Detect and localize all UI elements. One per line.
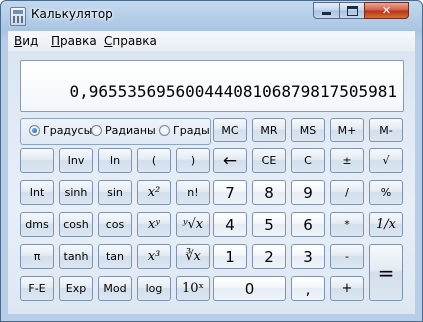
digit-6-button[interactable]: 6 <box>291 212 325 237</box>
digit-2-button[interactable]: 2 <box>252 244 286 269</box>
subtract-button[interactable]: - <box>330 244 364 269</box>
digit-4-button[interactable]: 4 <box>213 212 247 237</box>
radio-degrees[interactable]: Градусы <box>29 124 92 137</box>
integer-button[interactable]: Int <box>20 180 54 205</box>
minimize-button[interactable] <box>313 2 340 19</box>
pi-button[interactable]: π <box>20 244 54 269</box>
sinh-button[interactable]: sinh <box>59 180 93 205</box>
memory-recall-button[interactable]: MR <box>252 118 286 142</box>
maximize-button[interactable] <box>339 2 365 19</box>
tan-button[interactable]: tan <box>98 244 132 269</box>
digit-1-button[interactable]: 1 <box>213 244 247 269</box>
angle-mode-group: Градусы Радианы Грады <box>20 118 211 145</box>
close-icon: ✕ <box>381 4 392 17</box>
digit-3-button[interactable]: 3 <box>291 244 325 269</box>
digit-0-button[interactable]: 0 <box>213 276 286 301</box>
display-panel: 0,96553569560044408106879817505981 <box>20 60 404 112</box>
inverse-button[interactable]: Inv <box>59 148 93 173</box>
radio-unselected-icon <box>91 125 102 136</box>
close-paren-button[interactable]: ) <box>176 148 210 173</box>
radio-radians[interactable]: Радианы <box>91 124 156 137</box>
equals-button[interactable]: = <box>369 244 403 301</box>
reciprocal-button[interactable]: 1/x <box>369 212 403 237</box>
radio-degrees-label: Градусы <box>43 124 93 137</box>
tanh-button[interactable]: tanh <box>59 244 93 269</box>
factorial-button[interactable]: n! <box>176 180 210 205</box>
natural-log-button[interactable]: In <box>98 148 132 173</box>
log-button[interactable]: log <box>137 276 171 301</box>
calculator-app-icon <box>10 7 26 26</box>
menu-bar: Вид Правка Справка <box>8 31 415 51</box>
square-button[interactable]: x² <box>137 180 171 205</box>
radio-radians-label: Радианы <box>105 124 156 137</box>
close-button[interactable]: ✕ <box>364 2 409 19</box>
memory-clear-button[interactable]: MC <box>213 118 247 142</box>
digit-7-button[interactable]: 7 <box>213 180 247 205</box>
power-button[interactable]: xʸ <box>137 212 171 237</box>
digit-8-button[interactable]: 8 <box>252 180 286 205</box>
modulo-button[interactable]: Mod <box>98 276 132 301</box>
multiply-button[interactable]: * <box>330 212 364 237</box>
percent-button[interactable]: % <box>369 180 403 205</box>
negate-button[interactable]: ± <box>330 148 364 173</box>
dms-button[interactable]: dms <box>20 212 54 237</box>
calculator-window: Калькулятор ✕ Вид Правка Справка 0,96553… <box>0 0 423 322</box>
blank-button[interactable] <box>20 148 54 173</box>
radio-grads[interactable]: Грады <box>159 124 210 137</box>
minimize-icon <box>322 12 331 15</box>
digit-5-button[interactable]: 5 <box>252 212 286 237</box>
open-paren-button[interactable]: ( <box>137 148 171 173</box>
memory-subtract-button[interactable]: M- <box>369 118 403 142</box>
divide-button[interactable]: / <box>330 180 364 205</box>
calculator-body: 0,96553569560044408106879817505981 Граду… <box>8 51 415 314</box>
fixed-exponent-button[interactable]: F-E <box>20 276 54 301</box>
maximize-icon <box>346 5 358 16</box>
cos-button[interactable]: cos <box>98 212 132 237</box>
cube-root-button[interactable]: ∛x <box>176 244 210 269</box>
radio-unselected-icon <box>159 125 170 136</box>
radio-grads-label: Грады <box>173 124 210 137</box>
display-value: 0,96553569560044408106879817505981 <box>69 82 397 101</box>
decimal-separator-button[interactable]: , <box>291 276 325 301</box>
window-title: Калькулятор <box>31 7 113 21</box>
memory-store-button[interactable]: MS <box>291 118 325 142</box>
add-button[interactable]: + <box>330 276 364 301</box>
digit-9-button[interactable]: 9 <box>291 180 325 205</box>
cosh-button[interactable]: cosh <box>59 212 93 237</box>
y-root-button[interactable]: ʸ√x <box>176 212 210 237</box>
radio-selected-icon <box>29 125 40 136</box>
clear-entry-button[interactable]: CE <box>252 148 286 173</box>
cube-button[interactable]: x³ <box>137 244 171 269</box>
title-bar[interactable]: Калькулятор ✕ <box>1 1 422 29</box>
exp-button[interactable]: Exp <box>59 276 93 301</box>
ten-power-button[interactable]: 10ˣ <box>176 276 210 301</box>
memory-add-button[interactable]: M+ <box>330 118 364 142</box>
clear-button[interactable]: C <box>291 148 325 173</box>
square-root-button[interactable]: √ <box>369 148 403 173</box>
menu-view[interactable]: Вид <box>14 34 38 48</box>
menu-edit[interactable]: Правка <box>51 34 97 48</box>
backspace-button[interactable]: ← <box>213 148 247 173</box>
sin-button[interactable]: sin <box>98 180 132 205</box>
menu-help[interactable]: Справка <box>104 34 157 48</box>
